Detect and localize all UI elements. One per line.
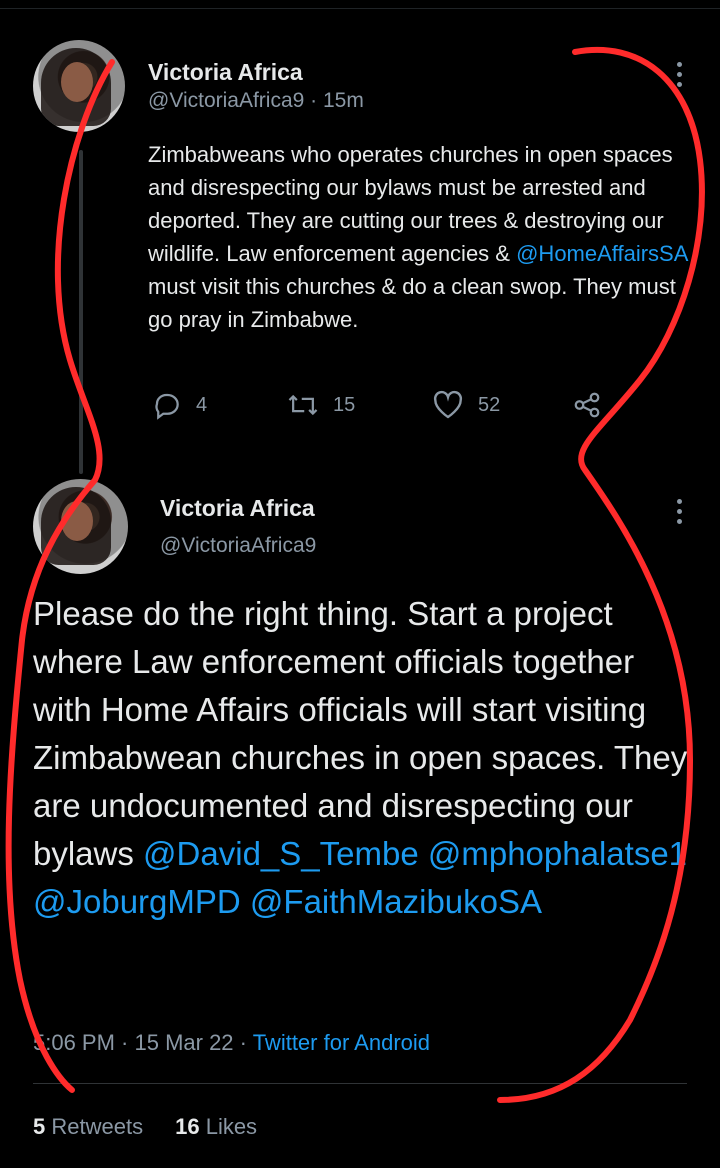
reply-button[interactable]: 4 xyxy=(152,390,207,420)
mention-link[interactable]: @JoburgMPD xyxy=(33,883,241,920)
tweet-meta: 5:06 PM · 15 Mar 22 · Twitter for Androi… xyxy=(33,1030,430,1056)
engagement-stats: 5 Retweets 16 Likes xyxy=(33,1114,257,1140)
mention-link[interactable]: @David_S_Tembe xyxy=(143,835,419,872)
tweet-text: Zimbabweans who operates churches in ope… xyxy=(148,138,688,336)
avatar[interactable] xyxy=(33,479,128,574)
more-icon[interactable] xyxy=(677,499,683,529)
reply-icon xyxy=(155,393,179,420)
more-icon[interactable] xyxy=(677,62,683,92)
like-total: 16 xyxy=(175,1114,200,1139)
avatar-face xyxy=(61,62,93,102)
retweet-count: 15 xyxy=(333,393,356,416)
author-handle[interactable]: @VictoriaAfrica9 · 15m xyxy=(148,89,364,113)
avatar-face xyxy=(61,501,93,541)
tweet-time[interactable]: · 15m xyxy=(310,89,364,112)
avatar[interactable] xyxy=(33,40,125,132)
like-count: 52 xyxy=(478,393,501,416)
top-divider xyxy=(0,8,720,9)
share-button[interactable] xyxy=(572,390,616,420)
tweet-text: Please do the right thing. Start a proje… xyxy=(33,590,693,926)
mention-link[interactable]: @HomeAffairsSA xyxy=(516,241,687,266)
tweet-source[interactable]: Twitter for Android xyxy=(253,1030,430,1055)
reply-count: 4 xyxy=(196,393,208,416)
retweet-total: 5 xyxy=(33,1114,46,1139)
tweet-text-part: Please do the right thing. Start a proje… xyxy=(33,595,688,872)
retweet-button[interactable]: 15 xyxy=(287,390,355,420)
likes-stat[interactable]: 16 Likes xyxy=(175,1114,257,1139)
tweet-actions: 4 15 52 xyxy=(152,390,622,426)
mention-link[interactable]: @FaithMazibukoSA xyxy=(250,883,542,920)
author-name[interactable]: Victoria Africa xyxy=(148,59,303,86)
mention-link[interactable]: @mphophalatse1 xyxy=(428,835,687,872)
like-icon xyxy=(433,390,463,419)
tweet-text-part: must visit this churches & do a clean sw… xyxy=(148,274,676,332)
author-handle[interactable]: @VictoriaAfrica9 xyxy=(160,534,316,558)
handle-text: @VictoriaAfrica9 xyxy=(148,89,305,112)
author-name[interactable]: Victoria Africa xyxy=(160,495,315,522)
retweet-label: Retweets xyxy=(51,1114,144,1139)
retweets-stat[interactable]: 5 Retweets xyxy=(33,1114,143,1139)
tweet-timestamp[interactable]: 5:06 PM · 15 Mar 22 · xyxy=(33,1030,253,1055)
share-icon xyxy=(574,392,600,418)
thread-line xyxy=(79,150,83,474)
retweet-icon xyxy=(288,394,318,416)
divider xyxy=(33,1083,687,1084)
like-label: Likes xyxy=(205,1114,258,1139)
like-button[interactable]: 52 xyxy=(432,390,500,420)
